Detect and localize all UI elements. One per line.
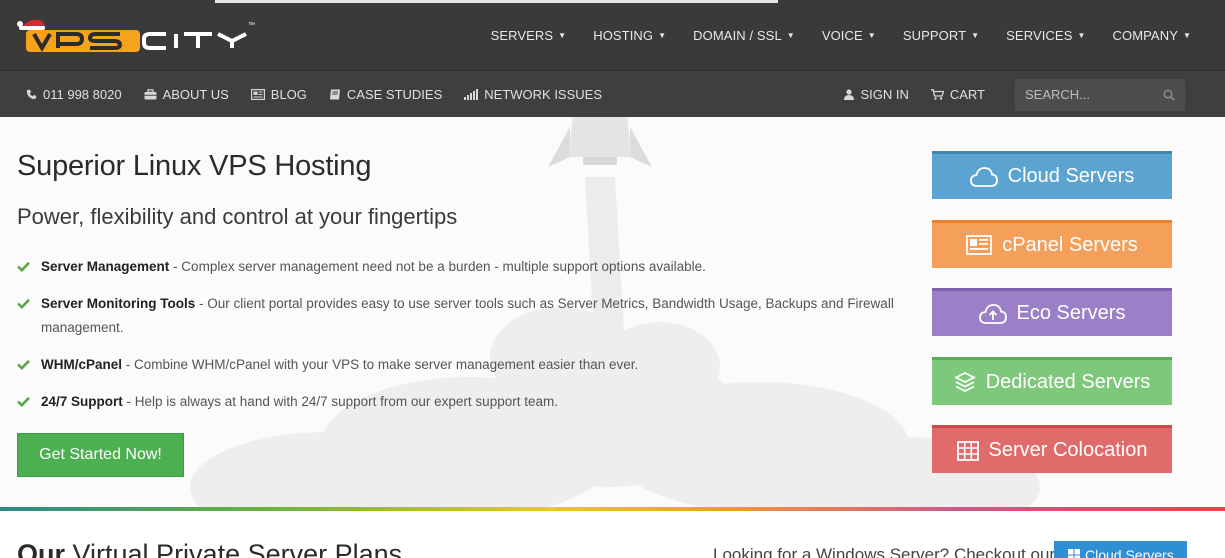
nav-voice[interactable]: VOICE ▼ (822, 28, 876, 43)
feature-text: - Complex server management need not be … (169, 259, 706, 274)
eco-servers-label: Eco Servers (1016, 302, 1126, 324)
nav-label: VOICE (821, 27, 863, 43)
windows-button-label: Cloud Servers (1085, 547, 1174, 558)
feature-item: Server Management - Complex server manag… (17, 255, 897, 279)
caret-down-icon: ▼ (658, 30, 667, 40)
feature-title: Server Management (41, 259, 170, 274)
case-studies-label: CASE STUDIES (346, 87, 443, 102)
get-started-button[interactable]: Get Started Now! (17, 433, 184, 477)
secondary-nav-right: SIGN IN CART (844, 71, 1185, 118)
check-icon (17, 261, 30, 272)
cpanel-servers-button[interactable]: cPanel Servers (932, 219, 1172, 268)
cart-icon (930, 89, 944, 100)
nav-label: COMPANY (1112, 27, 1178, 43)
layers-icon (953, 371, 976, 393)
network-issues-label: NETWORK ISSUES (484, 87, 603, 102)
cpanel-servers-label: cPanel Servers (1002, 233, 1138, 256)
phone-icon (26, 89, 37, 100)
case-studies-link[interactable]: CASE STUDIES (329, 87, 442, 102)
cart-link[interactable]: CART (930, 87, 985, 102)
plans-title: Our Virtual Private Server Plans (17, 539, 402, 558)
nav-label: SERVERS (490, 27, 554, 43)
cloud-servers-label: Cloud Servers (1007, 165, 1135, 187)
feature-item: WHM/cPanel - Combine WHM/cPanel with you… (17, 353, 897, 377)
newspaper-icon (250, 89, 265, 100)
check-icon (17, 359, 30, 370)
sign-in-link[interactable]: SIGN IN (844, 87, 909, 102)
search-box (1015, 78, 1185, 111)
caret-down-icon: ▼ (558, 30, 567, 40)
feature-title: 24/7 Support (41, 394, 123, 409)
search-icon[interactable] (1163, 88, 1175, 101)
svg-text:™: ™ (248, 22, 255, 29)
phone-link[interactable]: 011 998 8020 (26, 87, 122, 102)
vpscity-logo[interactable]: ™ (16, 17, 261, 57)
caret-down-icon: ▼ (867, 30, 876, 40)
windows-cloud-servers-button[interactable]: Cloud Servers (1054, 541, 1187, 558)
feature-item: Server Monitoring Tools - Our client por… (17, 292, 897, 340)
book-icon (329, 89, 340, 100)
server-colocation-button[interactable]: Server Colocation (932, 425, 1172, 473)
feature-text: - Combine WHM/cPanel with your VPS to ma… (122, 357, 639, 372)
eco-servers-button[interactable]: Eco Servers (932, 288, 1172, 336)
about-us-label: ABOUT US (162, 87, 229, 102)
hero-title: Superior Linux VPS Hosting (17, 150, 372, 182)
nav-company[interactable]: COMPANY ▼ (1113, 28, 1192, 43)
secondary-nav-left: 011 998 8020 ABOUT US BLOG CASE STUDIES … (26, 71, 624, 118)
nav-label: SERVICES (1006, 27, 1073, 43)
feature-title: Server Monitoring Tools (41, 296, 196, 311)
blog-link[interactable]: BLOG (250, 87, 307, 102)
network-issues-link[interactable]: NETWORK ISSUES (464, 87, 602, 102)
caret-down-icon: ▼ (1077, 30, 1086, 40)
server-colocation-label: Server Colocation (988, 439, 1148, 461)
search-input[interactable] (1025, 87, 1155, 102)
windows-server-note: Looking for a Windows Server? Checkout o… (713, 545, 1056, 558)
caret-down-icon: ▼ (1182, 30, 1191, 40)
main-nav: SERVERS ▼ HOSTING ▼ DOMAIN / SSL ▼ VOICE ▼ S… (464, 0, 1191, 70)
blog-label: BLOG (270, 87, 307, 102)
feature-title: WHM/cPanel (41, 357, 123, 372)
hero-subtitle: Power, flexibility and control at your f… (17, 204, 458, 229)
cpanel-icon (966, 235, 993, 255)
caret-down-icon: ▼ (786, 30, 795, 40)
plans-title-bold: Our (17, 539, 66, 558)
dedicated-servers-button[interactable]: Dedicated Servers (932, 356, 1172, 405)
server-category-buttons: Cloud Servers cPanel Servers Eco Servers… (932, 151, 1172, 494)
cart-label: CART (949, 87, 985, 102)
plans-title-rest: Virtual Private Server Plans (65, 539, 403, 558)
caret-down-icon: ▼ (971, 30, 980, 40)
feature-text: - Help is always at hand with 24/7 suppo… (122, 394, 558, 409)
sign-in-label: SIGN IN (860, 87, 909, 102)
nav-services[interactable]: SERVICES ▼ (1006, 28, 1085, 43)
feature-list: Server Management - Complex server manag… (17, 255, 897, 427)
phone-number: 011 998 8020 (43, 87, 122, 102)
dedicated-servers-label: Dedicated Servers (985, 370, 1151, 393)
top-navbar: ™ SERVERS ▼ HOSTING ▼ DOMAIN / SSL ▼ VOICE ▼… (0, 0, 1225, 70)
hero-section: Superior Linux VPS Hosting Power, flexib… (0, 117, 1225, 507)
plans-section: Our Virtual Private Server Plans Looking… (0, 511, 1225, 558)
briefcase-icon (144, 89, 157, 100)
nav-label: HOSTING (593, 27, 654, 43)
check-icon (17, 396, 30, 407)
feature-item: 24/7 Support - Help is always at hand wi… (17, 390, 897, 414)
cloud-icon (969, 166, 998, 187)
grid-icon (956, 440, 979, 461)
nav-servers[interactable]: SERVERS ▼ (491, 28, 567, 43)
windows-icon (1068, 549, 1080, 558)
nav-label: SUPPORT (902, 27, 967, 43)
nav-support[interactable]: SUPPORT ▼ (903, 28, 979, 43)
user-icon (844, 89, 855, 100)
about-us-link[interactable]: ABOUT US (144, 87, 229, 102)
nav-label: DOMAIN / SSL (693, 27, 782, 43)
cloud-servers-button[interactable]: Cloud Servers (932, 151, 1172, 199)
check-icon (17, 298, 30, 309)
nav-domain-ssl[interactable]: DOMAIN / SSL ▼ (693, 28, 795, 43)
signal-icon (464, 89, 479, 100)
cloud-upload-icon (978, 303, 1007, 324)
nav-hosting[interactable]: HOSTING ▼ (593, 28, 666, 43)
secondary-navbar: 011 998 8020 ABOUT US BLOG CASE STUDIES … (0, 70, 1225, 117)
